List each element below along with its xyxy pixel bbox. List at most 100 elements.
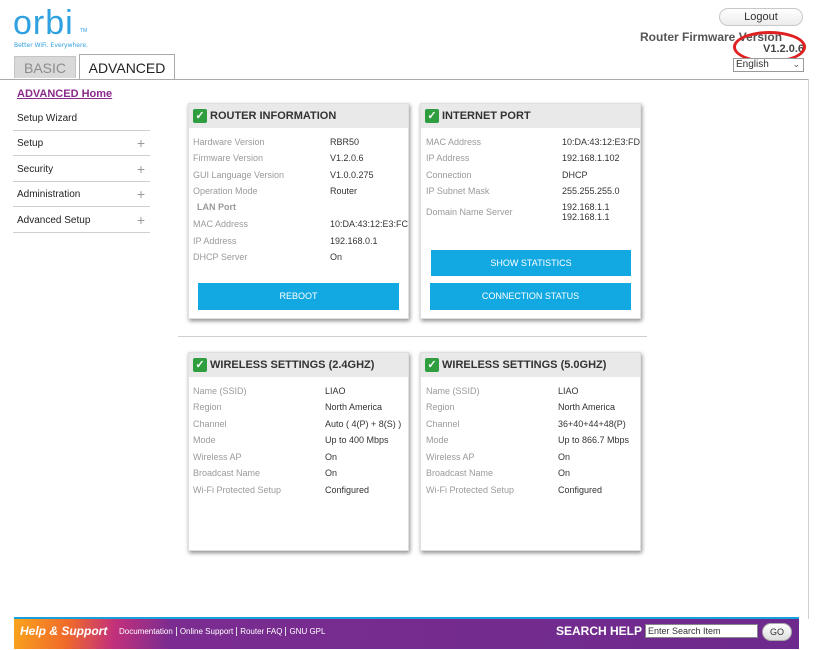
row-label: DHCP Server — [193, 252, 248, 262]
help-links: Documentation Online Support Router FAQ GNU… — [116, 627, 328, 636]
sidebar-item-label: Setup — [17, 138, 44, 149]
row-value: Configured — [325, 485, 370, 495]
router-faq-link[interactable]: Router FAQ — [237, 627, 287, 636]
row-value: On — [325, 452, 338, 462]
sidebar-item-label: Advanced Setup — [17, 215, 91, 226]
panel-title: INTERNET PORT — [442, 110, 531, 122]
logo-trademark: TM — [80, 28, 88, 34]
check-icon: ✓ — [425, 358, 439, 372]
chevron-down-icon: ⌄ — [792, 59, 800, 69]
row-value: 192.168.0.1 — [330, 236, 378, 246]
row-value: Router — [330, 186, 358, 196]
plus-icon[interactable]: + — [137, 208, 145, 233]
plus-icon[interactable]: + — [137, 182, 145, 207]
logout-button[interactable]: Logout — [719, 8, 803, 26]
sidebar-item-setup[interactable]: Setup + — [13, 131, 150, 156]
row-label: GUI Language Version — [193, 170, 285, 180]
row-value: RBR50 — [330, 137, 360, 147]
row-label: Region — [193, 402, 222, 412]
tab-divider — [0, 79, 808, 80]
row-label: IP Address — [193, 236, 237, 246]
row-label: Broadcast Name — [426, 468, 494, 478]
help-support-title: Help & Support — [20, 624, 108, 638]
row-label: Hardware Version — [193, 137, 265, 147]
row-value: On — [558, 452, 571, 462]
row-value: Up to 400 Mbps — [325, 435, 389, 445]
row-label: Connection — [426, 170, 472, 180]
check-icon: ✓ — [193, 109, 207, 123]
documentation-link[interactable]: Documentation — [116, 627, 177, 636]
search-input[interactable]: Enter Search Item — [645, 624, 758, 638]
tagline: Better WiFi. Everywhere. — [14, 42, 88, 49]
row-label: Broadcast Name — [193, 468, 261, 478]
sidebar-item-administration[interactable]: Administration + — [13, 182, 150, 207]
gnu-gpl-link[interactable]: GNU GPL — [286, 627, 328, 636]
tab-advanced[interactable]: ADVANCED — [79, 54, 175, 80]
row-label: Operation Mode — [193, 186, 258, 196]
panel-title: WIRELESS SETTINGS (2.4GHZ) — [210, 359, 375, 371]
row-label: Region — [426, 402, 455, 412]
row-value: 255.255.255.0 — [562, 186, 620, 196]
row-value: 10:DA:43:12:E3:FC — [330, 219, 409, 229]
row-label: Wi-Fi Protected Setup — [426, 485, 515, 495]
lan-port-heading: LAN Port — [197, 202, 236, 212]
row-value: 10:DA:43:12:E3:FD — [562, 137, 641, 147]
connection-status-button[interactable]: CONNECTION STATUS — [430, 283, 631, 310]
row-value: On — [325, 468, 338, 478]
search-help-label: SEARCH HELP — [556, 624, 643, 638]
online-support-link[interactable]: Online Support — [176, 627, 238, 636]
panel-title: WIRELESS SETTINGS (5.0GHZ) — [442, 359, 607, 371]
row-value: On — [330, 252, 343, 262]
row-value: LIAO — [558, 386, 579, 396]
reboot-button[interactable]: REBOOT — [198, 283, 399, 310]
sidebar-item-setup-wizard[interactable]: Setup Wizard — [13, 106, 150, 131]
row-value: 192.168.1.1 — [562, 212, 610, 222]
row-label: Mode — [426, 435, 449, 445]
row-value: North America — [325, 402, 383, 412]
plus-icon[interactable]: + — [137, 157, 145, 182]
sidebar-item-advanced-home[interactable]: ADVANCED Home — [17, 88, 112, 100]
router-information-panel: ✓ ROUTER INFORMATION Hardware Version RB… — [188, 103, 409, 319]
row-label: Name (SSID) — [426, 386, 480, 396]
sidebar-item-security[interactable]: Security + — [13, 157, 150, 182]
tab-basic[interactable]: BASIC — [14, 56, 76, 78]
row-label: IP Subnet Mask — [426, 186, 490, 196]
row-label: Domain Name Server — [426, 207, 513, 217]
panel-header: ✓ INTERNET PORT — [421, 104, 640, 128]
panel-header: ✓ WIRELESS SETTINGS (2.4GHZ) — [189, 353, 408, 377]
row-label: Mode — [193, 435, 216, 445]
sidebar-item-advanced-setup[interactable]: Advanced Setup + — [13, 208, 150, 233]
sidebar-item-label: Administration — [17, 189, 81, 200]
row-label: Channel — [193, 419, 227, 429]
check-icon: ✓ — [425, 109, 439, 123]
row-label: Wireless AP — [426, 452, 475, 462]
row-label: MAC Address — [426, 137, 482, 147]
row-label: Wi-Fi Protected Setup — [193, 485, 282, 495]
row-value: LIAO — [325, 386, 346, 396]
row-value: V1.2.0.6 — [330, 153, 364, 163]
panel-title: ROUTER INFORMATION — [210, 110, 337, 122]
panel-header: ✓ ROUTER INFORMATION — [189, 104, 408, 128]
panel-header: ✓ WIRELESS SETTINGS (5.0GHZ) — [421, 353, 640, 377]
sidebar-item-label: Security — [17, 164, 54, 175]
orbi-logo: orbi — [13, 4, 74, 42]
wireless-5ghz-panel: ✓ WIRELESS SETTINGS (5.0GHZ) Name (SSID)… — [420, 352, 641, 551]
row-label: Wireless AP — [193, 452, 242, 462]
row-label: Channel — [426, 419, 460, 429]
language-select[interactable]: English ⌄ — [733, 58, 804, 72]
content-border — [808, 79, 809, 619]
row-value: 192.168.1.102 — [562, 153, 620, 163]
row-value: 192.168.1.1 — [562, 202, 610, 212]
row-value: DHCP — [562, 170, 588, 180]
go-button[interactable]: GO — [762, 623, 792, 641]
internet-port-panel: ✓ INTERNET PORT MAC Address 10:DA:43:12:… — [420, 103, 641, 319]
show-statistics-button[interactable]: SHOW STATISTICS — [431, 250, 631, 276]
row-value: Configured — [558, 485, 603, 495]
row-label: MAC Address — [193, 219, 249, 229]
wireless-24ghz-panel: ✓ WIRELESS SETTINGS (2.4GHZ) Name (SSID)… — [188, 352, 409, 551]
row-value: On — [558, 468, 571, 478]
row-value: Auto ( 4(P) + 8(S) ) — [325, 419, 402, 429]
row-label: Firmware Version — [193, 153, 264, 163]
plus-icon[interactable]: + — [137, 131, 145, 156]
check-icon: ✓ — [193, 358, 207, 372]
